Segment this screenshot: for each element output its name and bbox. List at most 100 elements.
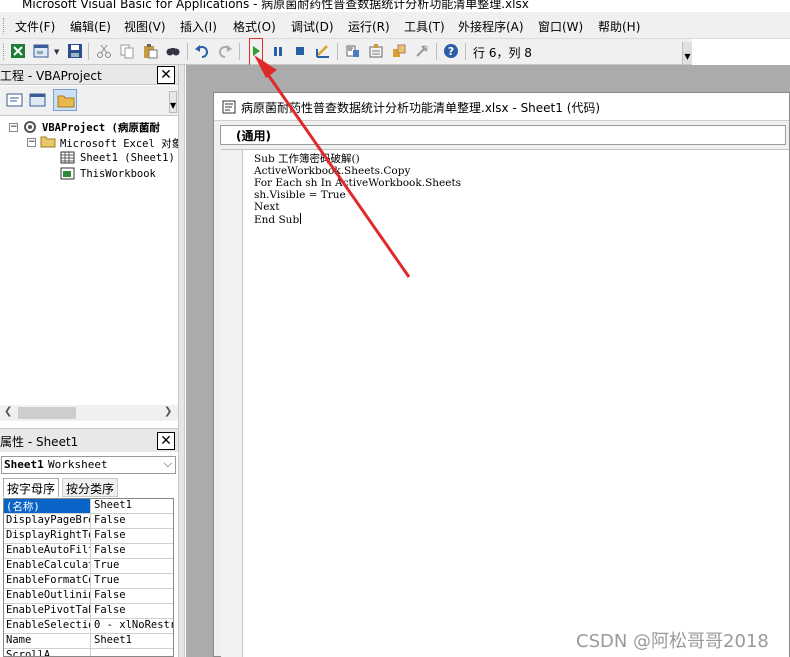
code-window-titlebar[interactable]: 病原菌耐药性普查数据统计分析功能清单整理.xlsx - Sheet1 (代码) xyxy=(214,93,789,121)
tree-item-thisworkbook[interactable]: ThisWorkbook xyxy=(80,168,156,180)
tab-categorized[interactable]: 按分类序 xyxy=(62,478,119,497)
collapse-toggle[interactable]: − xyxy=(27,138,36,147)
view-code-icon[interactable] xyxy=(5,91,25,109)
project-explorer-header: 工程 - VBAProject ✕ xyxy=(0,65,178,85)
view-object-icon[interactable] xyxy=(28,91,48,109)
folder-icon xyxy=(57,95,75,108)
toolbar-separator xyxy=(465,43,466,60)
copy-icon[interactable] xyxy=(119,43,135,59)
chevron-right-icon[interactable]: ❯ xyxy=(164,406,172,417)
property-name: EnableFormatCo xyxy=(6,574,91,588)
tree-item-excel-objects[interactable]: Microsoft Excel 对象 xyxy=(60,136,178,151)
property-row[interactable]: DisplayPageBre False xyxy=(4,514,173,529)
tab-alphabetic[interactable]: 按字母序 xyxy=(3,478,60,497)
toolbar-overflow-button[interactable]: ▼ xyxy=(169,91,177,113)
property-row[interactable]: ScrollA xyxy=(4,649,173,656)
code-line[interactable]: Sub 工作簿密码破解() xyxy=(254,153,360,165)
property-row[interactable]: EnablePivotTab False xyxy=(4,604,173,619)
find-icon[interactable] xyxy=(165,43,181,59)
menu-addins[interactable]: 外接程序(A) xyxy=(458,18,524,35)
property-row[interactable]: EnableSelectio 0 - xlNoRestr xyxy=(4,619,173,634)
toolbar-grip[interactable] xyxy=(3,43,6,60)
tree-item-sheet1[interactable]: Sheet1 (Sheet1) xyxy=(80,152,175,164)
property-value[interactable]: False xyxy=(92,514,173,528)
close-icon[interactable]: ✕ xyxy=(157,432,175,450)
paste-icon[interactable] xyxy=(142,43,158,59)
pane-splitter[interactable] xyxy=(178,65,185,657)
break-icon[interactable] xyxy=(270,43,286,59)
property-value[interactable]: True xyxy=(92,574,173,588)
menu-edit[interactable]: 编辑(E) xyxy=(70,18,111,35)
project-explorer-icon[interactable] xyxy=(345,43,361,59)
property-row[interactable]: EnableAutoFilt False xyxy=(4,544,173,559)
object-dropdown[interactable]: (通用) xyxy=(220,125,786,145)
toolbar-options-button[interactable]: ▼ xyxy=(682,42,692,64)
menu-window[interactable]: 窗口(W) xyxy=(538,18,583,35)
property-row[interactable]: DisplayRightTo False xyxy=(4,529,173,544)
save-icon[interactable] xyxy=(67,43,83,59)
properties-icon[interactable] xyxy=(368,43,384,59)
property-name: ScrollA xyxy=(4,649,91,656)
menu-insert[interactable]: 插入(I) xyxy=(180,18,217,35)
project-explorer-toolbar: ▼ xyxy=(0,86,178,116)
menu-debug[interactable]: 调试(D) xyxy=(291,18,334,35)
menu-file[interactable]: 文件(F) xyxy=(15,18,55,35)
chevron-left-icon[interactable]: ❮ xyxy=(4,406,12,417)
toolbox-icon[interactable] xyxy=(414,43,430,59)
project-explorer-title: 工程 - VBAProject xyxy=(0,69,102,83)
code-line-last[interactable]: End Sub xyxy=(254,213,302,226)
property-row[interactable]: EnableOutlinin False xyxy=(4,589,173,604)
insert-userform-icon[interactable] xyxy=(33,43,49,59)
project-tree: − VBAProject (病原菌耐 − Microsoft Excel 对象 … xyxy=(0,117,178,405)
undo-icon[interactable] xyxy=(194,43,210,59)
property-value[interactable]: Sheet1 xyxy=(92,634,173,648)
code-margin[interactable] xyxy=(221,150,243,657)
collapse-toggle[interactable]: − xyxy=(9,123,18,132)
standard-toolbar: ▼ ? 行 6，列 8 ▼ xyxy=(0,39,692,65)
object-type: Worksheet xyxy=(48,458,108,471)
menu-tools[interactable]: 工具(T) xyxy=(404,18,445,35)
code-line-text: End Sub xyxy=(254,214,300,226)
property-value[interactable]: False xyxy=(92,604,173,618)
code-line[interactable]: For Each sh In ActiveWorkbook.Sheets xyxy=(254,177,461,189)
design-mode-icon[interactable] xyxy=(315,43,331,59)
excel-icon[interactable] xyxy=(10,43,26,59)
vba-project-icon xyxy=(24,121,36,133)
property-value[interactable] xyxy=(92,649,173,656)
property-value[interactable]: False xyxy=(92,529,173,543)
menu-help[interactable]: 帮助(H) xyxy=(598,18,640,35)
reset-icon[interactable] xyxy=(292,43,308,59)
property-row[interactable]: EnableCalculat True xyxy=(4,559,173,574)
properties-grid: (名称) Sheet1 DisplayPageBre False Display… xyxy=(3,498,174,657)
property-row[interactable]: EnableFormatCo True xyxy=(4,574,173,589)
menu-format[interactable]: 格式(O) xyxy=(233,18,276,35)
property-value[interactable]: True xyxy=(92,559,173,573)
property-row[interactable]: Name Sheet1 xyxy=(4,634,173,649)
code-line[interactable]: sh.Visible = True xyxy=(254,189,346,201)
chevron-down-icon[interactable]: ▼ xyxy=(54,48,59,56)
window-title-bar: Microsoft Visual Basic for Applications … xyxy=(0,0,790,12)
property-value[interactable]: False xyxy=(92,589,173,603)
code-editor[interactable]: Sub 工作簿密码破解() ActiveWorkbook.Sheets.Copy… xyxy=(221,149,789,657)
tree-horizontal-scrollbar[interactable]: ❮ ❯ xyxy=(0,405,178,421)
code-line[interactable]: Next xyxy=(254,201,280,213)
redo-icon[interactable] xyxy=(217,43,233,59)
toggle-folders-button[interactable] xyxy=(53,89,77,111)
scrollbar-thumb[interactable] xyxy=(18,407,76,419)
property-value[interactable]: Sheet1 xyxy=(92,499,173,513)
menu-run[interactable]: 运行(R) xyxy=(348,18,390,35)
svg-text:?: ? xyxy=(448,45,454,58)
object-selector[interactable]: Sheet1 Worksheet ⌵ xyxy=(1,456,176,474)
cut-icon[interactable] xyxy=(96,43,112,59)
object-browser-icon[interactable] xyxy=(391,43,407,59)
help-icon[interactable]: ? xyxy=(443,43,459,59)
property-value[interactable]: 0 - xlNoRestr xyxy=(92,619,173,633)
code-line[interactable]: ActiveWorkbook.Sheets.Copy xyxy=(254,165,410,177)
menu-bar: 文件(F) 编辑(E) 视图(V) 插入(I) 格式(O) 调试(D) 运行(R… xyxy=(0,12,790,39)
property-value[interactable]: False xyxy=(92,544,173,558)
property-row[interactable]: (名称) Sheet1 xyxy=(4,499,173,514)
menu-grip[interactable] xyxy=(3,18,6,34)
close-icon[interactable]: ✕ xyxy=(157,66,175,84)
tree-item-vbaproject[interactable]: VBAProject (病原菌耐 xyxy=(42,120,160,135)
menu-view[interactable]: 视图(V) xyxy=(124,18,166,35)
